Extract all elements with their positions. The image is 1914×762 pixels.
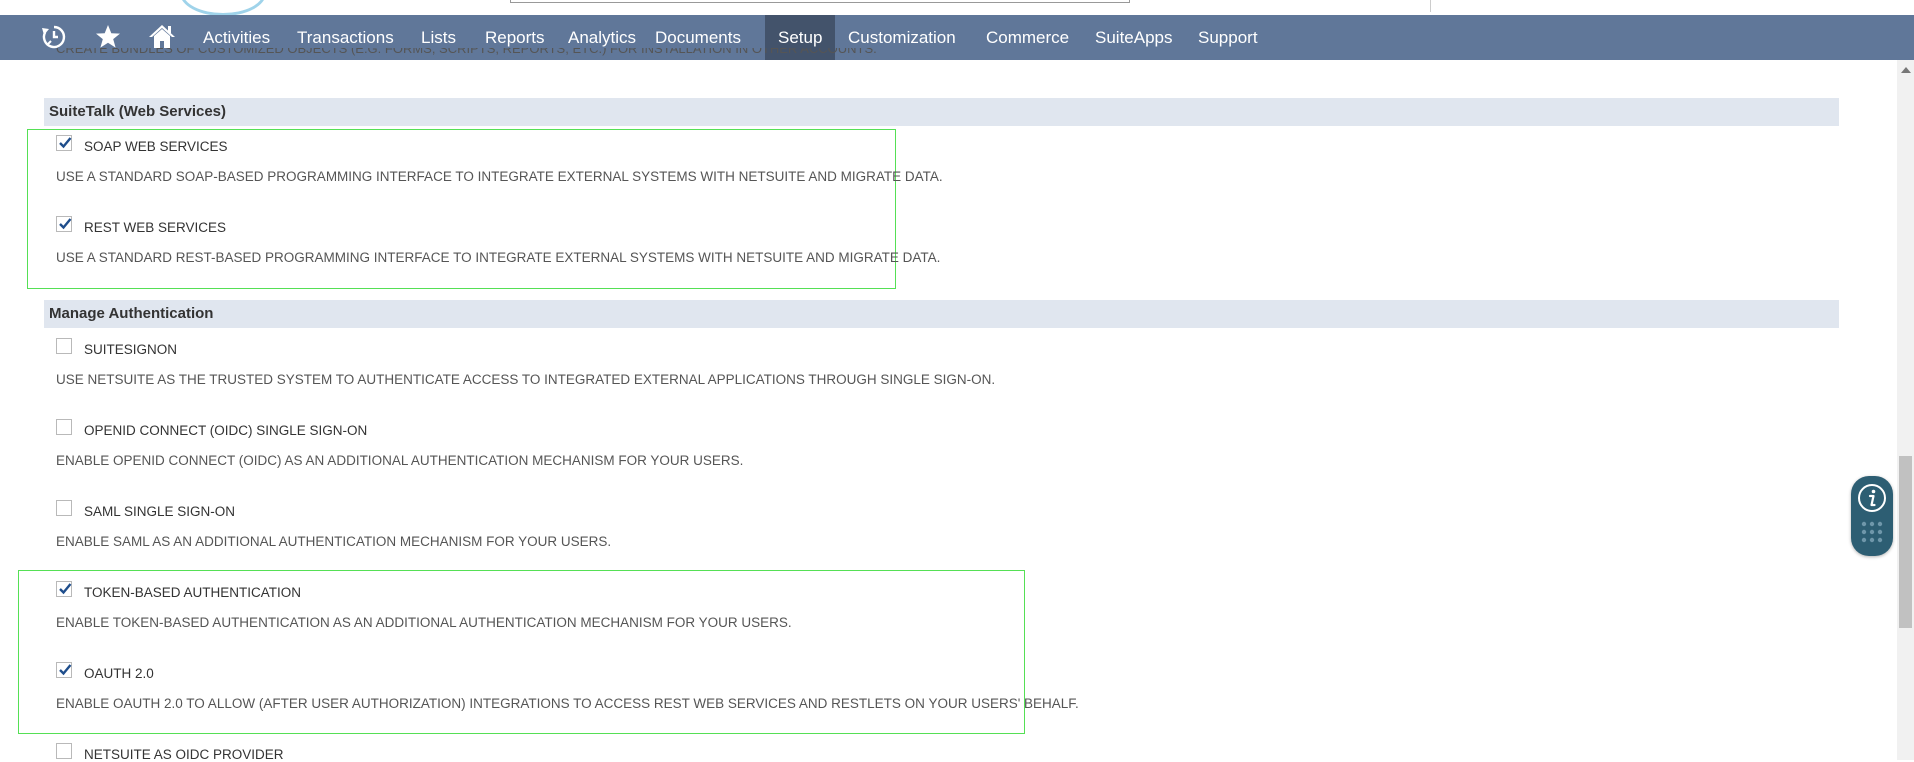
label-suitesignon[interactable]: SUITESIGNON: [84, 342, 177, 357]
label-oauth-2-0[interactable]: OAUTH 2.0: [84, 666, 154, 681]
nav-item-support[interactable]: Support: [1185, 15, 1274, 60]
company-logo: [180, 0, 266, 15]
label-openid-connect-oidc-single-sign-on[interactable]: OPENID CONNECT (OIDC) SINGLE SIGN-ON: [84, 423, 367, 438]
scrollbar-thumb[interactable]: [1899, 456, 1912, 628]
description-token-based-authentication: ENABLE TOKEN-BASED AUTHENTICATION AS AN …: [56, 615, 792, 630]
checkbox-openid-connect-oidc-single-sign-on[interactable]: [56, 419, 72, 435]
help-widget[interactable]: [1851, 476, 1893, 556]
clipped-previous-description: CREATE BUNDLES OF CUSTOMIZED OBJECTS (E.…: [56, 48, 877, 56]
keypad-grid-icon[interactable]: [1860, 520, 1884, 548]
vertical-scrollbar[interactable]: [1897, 60, 1914, 760]
header-divider: [1430, 0, 1431, 12]
checkmark-icon: [59, 137, 72, 149]
top-header-strip: [0, 0, 1914, 15]
checkmark-icon: [59, 583, 72, 595]
label-token-based-authentication[interactable]: TOKEN-BASED AUTHENTICATION: [84, 585, 301, 600]
checkbox-soap-web-services[interactable]: [56, 135, 72, 151]
nav-item-suiteapps[interactable]: SuiteApps: [1082, 15, 1179, 60]
description-openid-connect-oidc-single-sign-on: ENABLE OPENID CONNECT (OIDC) AS AN ADDIT…: [56, 453, 744, 468]
checkbox-oauth-2-0[interactable]: [56, 662, 72, 678]
section-header-manage-authentication: Manage Authentication: [44, 300, 1839, 328]
checkbox-token-based-authentication[interactable]: [56, 581, 72, 597]
checkbox-netsuite-as-oidc-provider[interactable]: [56, 743, 72, 759]
label-saml-single-sign-on[interactable]: SAML SINGLE SIGN-ON: [84, 504, 235, 519]
description-soap-web-services: USE A STANDARD SOAP-BASED PROGRAMMING IN…: [56, 169, 943, 184]
nav-item-commerce[interactable]: Commerce: [973, 15, 1076, 60]
description-rest-web-services: USE A STANDARD REST-BASED PROGRAMMING IN…: [56, 250, 941, 265]
global-search-input[interactable]: [510, 0, 1130, 3]
description-oauth-2-0: ENABLE OAUTH 2.0 TO ALLOW (AFTER USER AU…: [56, 696, 1079, 711]
checkbox-suitesignon[interactable]: [56, 338, 72, 354]
description-suitesignon: USE NETSUITE AS THE TRUSTED SYSTEM TO AU…: [56, 372, 996, 387]
checkmark-icon: [59, 218, 72, 230]
checkbox-saml-single-sign-on[interactable]: [56, 500, 72, 516]
section-header-suitetalk: SuiteTalk (Web Services): [44, 98, 1839, 126]
scroll-up-arrow-icon[interactable]: [1901, 67, 1911, 73]
description-saml-single-sign-on: ENABLE SAML AS AN ADDITIONAL AUTHENTICAT…: [56, 534, 612, 549]
label-rest-web-services[interactable]: REST WEB SERVICES: [84, 220, 226, 235]
label-soap-web-services[interactable]: SOAP WEB SERVICES: [84, 139, 228, 154]
info-icon[interactable]: [1856, 482, 1888, 514]
checkmark-icon: [59, 664, 72, 676]
checkbox-rest-web-services[interactable]: [56, 216, 72, 232]
